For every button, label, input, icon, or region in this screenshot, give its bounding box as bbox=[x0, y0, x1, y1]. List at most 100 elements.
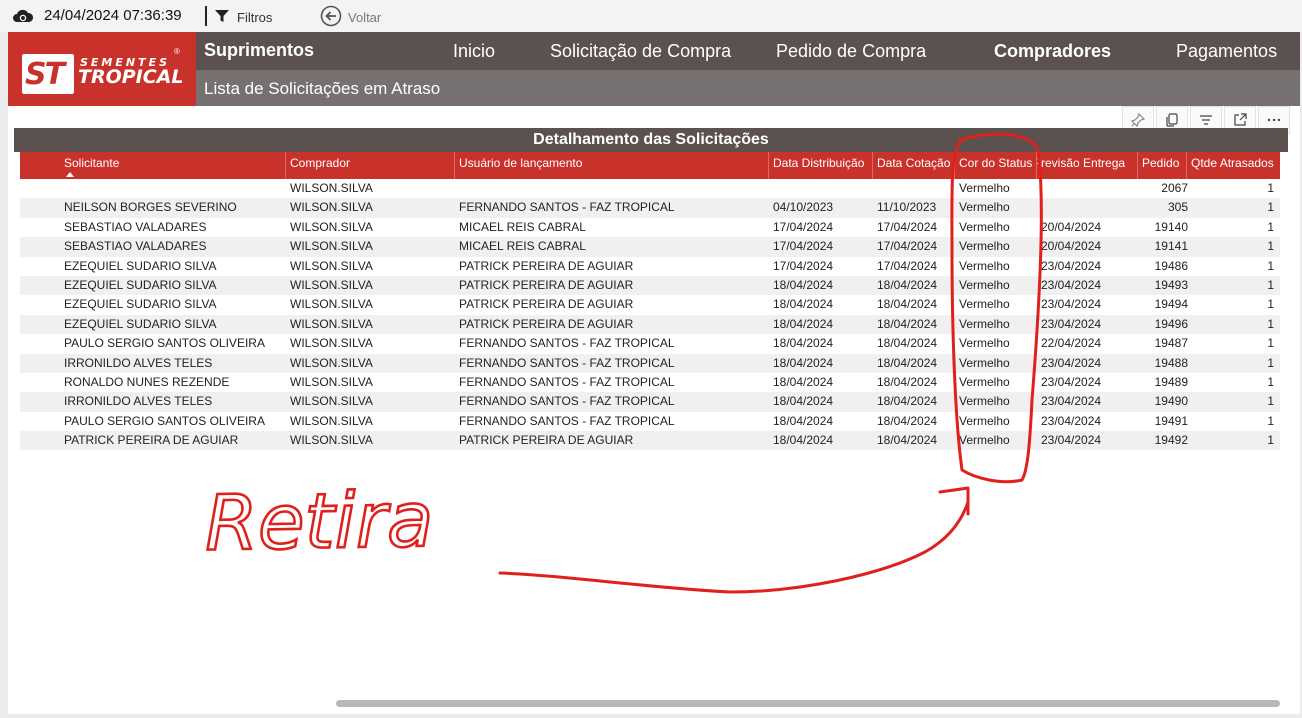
table-row[interactable]: IRRONILDO ALVES TELES WILSON.SILVA FERNAND… bbox=[20, 392, 1280, 412]
cell-solicitante: EZEQUIEL SUDARIO SILVA bbox=[64, 277, 217, 292]
table-row[interactable]: PAULO SERGIO SANTOS OLIVEIRA WILSON.SILVA… bbox=[20, 412, 1280, 431]
cell-solicitante: PAULO SERGIO SANTOS OLIVEIRA bbox=[64, 413, 265, 428]
back-arrow-icon[interactable] bbox=[320, 5, 342, 27]
report-canvas: ST SEMENTES TROPICAL ® Suprimentos Lista… bbox=[0, 32, 1302, 718]
cell-data-cotacao: 18/04/2024 bbox=[877, 336, 938, 351]
back-button[interactable]: Voltar bbox=[348, 10, 381, 25]
cell-comprador: WILSON.SILVA bbox=[290, 394, 373, 409]
nav-pagamentos[interactable]: Pagamentos bbox=[1176, 41, 1277, 62]
cell-usuario: PATRICK PEREIRA DE AGUIAR bbox=[459, 433, 634, 448]
cell-solicitante: EZEQUIEL SUDARIO SILVA bbox=[64, 297, 217, 312]
cell-cor-status: Vermelho bbox=[959, 258, 1010, 273]
more-icon bbox=[1267, 118, 1281, 122]
col-solicitante[interactable]: Solicitante bbox=[60, 152, 286, 179]
col-qtde-atrasados[interactable]: Qtde Atrasados bbox=[1187, 152, 1280, 179]
company-logo: ST SEMENTES TROPICAL ® bbox=[8, 32, 196, 106]
sort-ascending-icon[interactable] bbox=[66, 172, 74, 177]
col-usuario-lancamento[interactable]: Usuário de lançamento bbox=[455, 152, 769, 179]
cell-data-cotacao: 18/04/2024 bbox=[877, 413, 938, 428]
cell-qtde-atrasados: 1 bbox=[1267, 219, 1274, 234]
col-previsao-entrega[interactable]: Previsão Entrega bbox=[1037, 152, 1138, 179]
cell-qtde-atrasados: 1 bbox=[1267, 297, 1274, 312]
table-row[interactable]: EZEQUIEL SUDARIO SILVA WILSON.SILVA PATRIC… bbox=[20, 295, 1280, 314]
cell-pedido: 19493 bbox=[1154, 277, 1188, 292]
nav-solicitacao-compra[interactable]: Solicitação de Compra bbox=[550, 41, 731, 62]
cell-pedido: 19488 bbox=[1154, 355, 1188, 370]
filters-button[interactable]: Filtros bbox=[237, 10, 272, 25]
cell-qtde-atrasados: 1 bbox=[1267, 181, 1274, 195]
cell-usuario: PATRICK PEREIRA DE AGUIAR bbox=[459, 277, 634, 292]
table-row[interactable]: PAULO SERGIO SANTOS OLIVEIRA WILSON.SILVA… bbox=[20, 334, 1280, 353]
cell-data-distribuicao: 18/04/2024 bbox=[773, 433, 834, 448]
refresh-cloud-icon[interactable] bbox=[12, 8, 34, 24]
logo-mark: ST bbox=[22, 54, 74, 94]
cell-qtde-atrasados: 1 bbox=[1267, 277, 1274, 292]
cell-pedido: 19489 bbox=[1154, 374, 1188, 389]
cell-previsao-entrega: 23/04/2024 bbox=[1041, 394, 1102, 409]
col-data-cotacao[interactable]: Data Cotação bbox=[873, 152, 955, 179]
cell-data-cotacao: 11/10/2023 bbox=[877, 200, 937, 215]
cell-data-cotacao: 18/04/2024 bbox=[877, 394, 938, 409]
cell-data-distribuicao: 18/04/2024 bbox=[773, 355, 834, 370]
table-row[interactable]: EZEQUIEL SUDARIO SILVA WILSON.SILVA PATRIC… bbox=[20, 314, 1280, 335]
cell-pedido: 19490 bbox=[1154, 394, 1188, 409]
cell-data-cotacao: 18/04/2024 bbox=[877, 277, 938, 292]
table-row[interactable]: IRRONILDO ALVES TELES WILSON.SILVA FERNAND… bbox=[20, 353, 1280, 373]
cell-pedido: 19494 bbox=[1154, 297, 1188, 312]
cell-data-cotacao: 18/04/2024 bbox=[877, 433, 938, 448]
cell-data-distribuicao: 18/04/2024 bbox=[773, 336, 834, 351]
cell-solicitante: SEBASTIAO VALADARES bbox=[64, 219, 207, 234]
cell-previsao-entrega: 22/04/2024 bbox=[1041, 336, 1102, 351]
nav-pedido-compra[interactable]: Pedido de Compra bbox=[776, 41, 926, 62]
table-row[interactable]: RONALDO NUNES REZENDE WILSON.SILVA FERNAND… bbox=[20, 373, 1280, 392]
cell-solicitante: EZEQUIEL SUDARIO SILVA bbox=[64, 316, 217, 331]
logo-text-bottom: TROPICAL bbox=[78, 66, 184, 88]
table-row[interactable]: NEILSON BORGES SEVERINO WILSON.SILVA FERNA… bbox=[20, 198, 1280, 218]
cell-data-cotacao: 18/04/2024 bbox=[877, 297, 938, 312]
cell-usuario: FERNANDO SANTOS - FAZ TROPICAL bbox=[459, 200, 675, 215]
cell-solicitante: NEILSON BORGES SEVERINO bbox=[64, 200, 237, 215]
table-row[interactable]: SEBASTIAO VALADARES WILSON.SILVA MICAEL RE… bbox=[20, 218, 1280, 237]
copy-icon bbox=[1166, 113, 1178, 127]
cell-usuario: FERNANDO SANTOS - FAZ TROPICAL bbox=[459, 336, 675, 351]
cell-comprador: WILSON.SILVA bbox=[290, 433, 373, 448]
cell-data-cotacao: 17/04/2024 bbox=[877, 239, 938, 254]
table-row[interactable]: SEBASTIAO VALADARES WILSON.SILVA MICAEL RE… bbox=[20, 237, 1280, 257]
col-cor-status[interactable]: Cor do Status bbox=[955, 152, 1037, 179]
table-row[interactable]: EZEQUIEL SUDARIO SILVA WILSON.SILVA PATRIC… bbox=[20, 257, 1280, 276]
cell-data-cotacao: 18/04/2024 bbox=[877, 355, 938, 370]
cell-data-distribuicao: 18/04/2024 bbox=[773, 374, 834, 389]
horizontal-scrollbar[interactable] bbox=[336, 700, 1280, 707]
cell-pedido: 19496 bbox=[1154, 316, 1188, 331]
cell-comprador: WILSON.SILVA bbox=[290, 316, 373, 331]
cell-qtde-atrasados: 1 bbox=[1267, 258, 1274, 273]
nav-compradores[interactable]: Compradores bbox=[994, 41, 1111, 62]
cell-qtde-atrasados: 1 bbox=[1267, 239, 1274, 254]
cell-pedido: 2067 bbox=[1161, 181, 1188, 195]
refresh-timestamp: 24/04/2024 07:36:39 bbox=[44, 7, 182, 24]
col-data-distribuicao[interactable]: Data Distribuição bbox=[769, 152, 873, 179]
cell-solicitante: RONALDO NUNES REZENDE bbox=[64, 374, 230, 389]
cell-data-distribuicao: 17/04/2024 bbox=[773, 219, 834, 234]
cell-pedido: 19492 bbox=[1154, 433, 1188, 448]
cell-cor-status: Vermelho bbox=[959, 219, 1010, 234]
cell-data-distribuicao: 17/04/2024 bbox=[773, 239, 834, 254]
filter-icon[interactable] bbox=[214, 9, 230, 23]
cell-previsao-entrega: 23/04/2024 bbox=[1041, 277, 1102, 292]
expand-icon bbox=[1234, 113, 1247, 126]
cell-comprador: WILSON.SILVA bbox=[290, 374, 373, 389]
table-row[interactable]: EZEQUIEL SUDARIO SILVA WILSON.SILVA PATRIC… bbox=[20, 275, 1280, 296]
section-title: Suprimentos bbox=[204, 40, 315, 60]
nav-inicio[interactable]: Inicio bbox=[453, 41, 495, 62]
col-comprador[interactable]: Comprador bbox=[286, 152, 455, 179]
col-pedido[interactable]: Pedido bbox=[1138, 152, 1187, 179]
table-row[interactable]: PATRICK PEREIRA DE AGUIAR WILSON.SILVA PAT… bbox=[20, 431, 1280, 451]
table-body: WILSON.SILVA Vermelho 2067 1 NEILSON BORGES … bbox=[20, 179, 1280, 451]
pin-icon bbox=[1130, 112, 1146, 128]
cell-usuario: FERNANDO SANTOS - FAZ TROPICAL bbox=[459, 413, 675, 428]
cell-previsao-entrega: 23/04/2024 bbox=[1041, 316, 1102, 331]
cell-data-distribuicao: 17/04/2024 bbox=[773, 258, 834, 273]
cell-comprador: WILSON.SILVA bbox=[290, 181, 373, 195]
table-row[interactable]: WILSON.SILVA Vermelho 2067 1 bbox=[20, 179, 1280, 198]
cell-usuario: FERNANDO SANTOS - FAZ TROPICAL bbox=[459, 394, 675, 409]
